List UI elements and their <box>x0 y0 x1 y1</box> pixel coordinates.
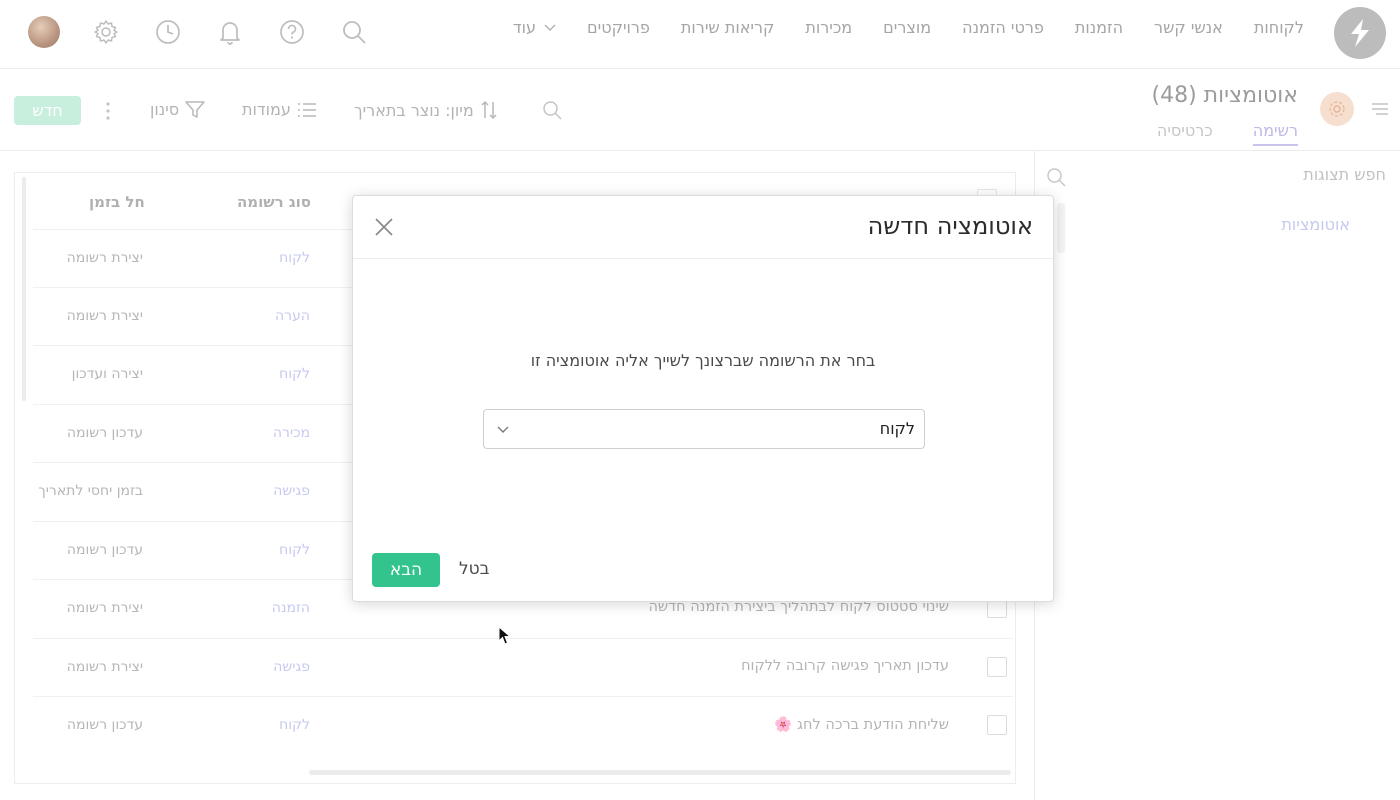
nav-item-products[interactable]: מוצרים <box>852 18 931 37</box>
help-icon[interactable] <box>276 16 308 48</box>
sort-label: מיון: נוצר בתאריך <box>354 100 474 120</box>
views-search-input[interactable]: חפש תצוגות <box>1303 165 1386 184</box>
chevron-down-icon <box>496 422 510 440</box>
vertical-scrollbar[interactable] <box>22 177 26 401</box>
view-tabs: רשימה כרטיסיה <box>1157 121 1298 146</box>
record-type-select[interactable]: לקוח <box>483 409 925 449</box>
filter-icon <box>185 100 205 118</box>
logo-icon[interactable] <box>1334 7 1386 59</box>
nav-item-projects[interactable]: פרויקטים <box>556 18 650 37</box>
select-value: לקוח <box>879 419 915 438</box>
record-type-cell[interactable]: הערה <box>233 308 310 324</box>
nav-item-sales[interactable]: מכירות <box>774 18 852 37</box>
columns-label: עמודות <box>242 100 291 119</box>
side-panel-edge <box>1057 203 1065 253</box>
record-type-cell[interactable]: לקוח <box>233 366 310 382</box>
column-header-record-type[interactable]: סוג רשומה <box>237 193 311 211</box>
tab-kanban[interactable]: כרטיסיה <box>1157 121 1213 146</box>
record-type-cell[interactable]: לקוח <box>233 542 310 558</box>
columns-icon <box>297 102 316 117</box>
trigger-cell: יצירה ועדכון <box>71 366 143 382</box>
nav-more-label: עוד <box>512 18 537 37</box>
trigger-cell: יצירת רשומה <box>66 308 143 324</box>
automation-app-icon <box>1320 92 1354 126</box>
clock-icon[interactable] <box>152 16 184 48</box>
nav-item-orders[interactable]: הזמנות <box>1044 18 1123 37</box>
horizontal-scrollbar[interactable] <box>309 770 1011 775</box>
gear-icon[interactable] <box>90 16 122 48</box>
page-header: אוטומציות (48) רשימה כרטיסיה חדש סינון ע… <box>0 69 1400 151</box>
trigger-cell: עדכון רשומה <box>66 425 143 441</box>
nav-item-order-details[interactable]: פרטי הזמנה <box>931 18 1044 37</box>
nav-item-contacts[interactable]: אנשי קשר <box>1123 18 1223 37</box>
record-type-cell[interactable]: הזמנה <box>233 600 310 616</box>
dialog-title: אוטומציה חדשה <box>867 212 1033 240</box>
top-navigation: לקוחות אנשי קשר הזמנות פרטי הזמנה מוצרים… <box>0 0 1400 69</box>
trigger-cell: עדכון רשומה <box>66 542 143 558</box>
trigger-cell: יצירת רשומה <box>66 250 143 266</box>
automation-name-cell[interactable]: עדכון תאריך פגישה קרובה ללקוח <box>741 658 949 674</box>
nav-more-menu[interactable]: עוד <box>482 18 556 37</box>
record-type-cell[interactable]: מכירה <box>233 425 310 441</box>
record-type-cell[interactable]: לקוח <box>233 250 310 266</box>
filter-label: סינון <box>150 100 180 119</box>
sort-icon <box>481 100 497 120</box>
trigger-cell: יצירת רשומה <box>66 659 143 675</box>
dialog-divider <box>353 258 1053 259</box>
cancel-button[interactable]: בטל <box>459 559 490 579</box>
hamburger-icon[interactable] <box>1372 101 1388 119</box>
nav-item-customers[interactable]: לקוחות <box>1223 18 1304 37</box>
columns-button[interactable]: עמודות <box>242 100 317 119</box>
record-type-cell[interactable]: פגישה <box>233 659 310 675</box>
user-avatar-image <box>28 16 60 48</box>
table-row[interactable]: יצירת רשומה פגישה עדכון תאריך פגישה קרוב… <box>33 638 1013 696</box>
row-checkbox[interactable] <box>987 657 1007 677</box>
nav-icon-group <box>28 16 370 48</box>
record-type-cell[interactable]: לקוח <box>233 717 310 733</box>
next-button[interactable]: הבא <box>372 553 440 587</box>
new-automation-dialog: אוטומציה חדשה בחר את הרשומה שברצונך לשיי… <box>352 195 1054 602</box>
record-type-cell[interactable]: פגישה <box>233 483 310 499</box>
side-item-automations[interactable]: אוטומציות <box>1281 215 1350 234</box>
chevron-down-icon <box>544 23 556 31</box>
views-side-panel: חפש תצוגות אוטומציות <box>1034 151 1400 800</box>
kebab-icon[interactable] <box>102 100 114 122</box>
trigger-cell: עדכון רשומה <box>66 717 143 733</box>
page-title: אוטומציות (48) <box>1151 83 1299 108</box>
new-button[interactable]: חדש <box>14 96 81 125</box>
main-menu: לקוחות אנשי קשר הזמנות פרטי הזמנה מוצרים… <box>482 18 1304 37</box>
trigger-cell: יצירת רשומה <box>66 600 143 616</box>
search-icon[interactable] <box>338 16 370 48</box>
search-icon[interactable] <box>1046 167 1066 191</box>
column-header-trigger[interactable]: חל בזמן <box>89 193 145 211</box>
filter-button[interactable]: סינון <box>150 100 205 119</box>
list-toolbar: חדש סינון עמודות מיון: נוצר בתאריך <box>14 96 566 126</box>
automation-name-cell[interactable]: שליחת הודעת ברכה לחג 🌸 <box>774 716 949 733</box>
sort-button[interactable]: מיון: נוצר בתאריך <box>354 100 498 120</box>
avatar[interactable] <box>28 16 60 48</box>
close-icon[interactable] <box>373 216 395 238</box>
trigger-cell: בזמן יחסי לתאריך <box>38 483 143 499</box>
mouse-cursor-icon <box>498 625 512 650</box>
dialog-prompt: בחר את הרשומה שברצונך לשייך אליה אוטומצי… <box>530 351 876 370</box>
search-icon[interactable] <box>542 100 562 124</box>
bell-icon[interactable] <box>214 16 246 48</box>
table-row[interactable]: עדכון רשומה לקוח שליחת הודעת ברכה לחג 🌸 <box>33 696 1013 754</box>
tab-list[interactable]: רשימה <box>1252 121 1298 146</box>
row-checkbox[interactable] <box>987 715 1007 735</box>
nav-item-service-calls[interactable]: קריאות שירות <box>650 18 774 37</box>
